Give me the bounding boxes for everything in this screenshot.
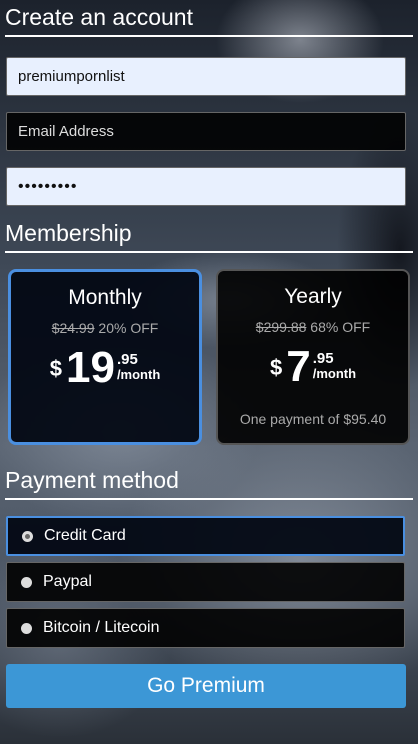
plan-name: Yearly	[284, 285, 342, 308]
plan-yearly[interactable]: Yearly $299.88 68% OFF $ 7 .95 /month On…	[216, 269, 410, 445]
signup-form: Create an account premiumpornlist Email …	[0, 0, 418, 708]
payment-option-paypal[interactable]: Paypal	[6, 562, 405, 602]
old-price: $24.99	[51, 320, 95, 336]
plan-price: $ 7 .95 /month	[218, 345, 408, 389]
plan-discount-line: $24.99 20% OFF	[11, 320, 199, 336]
discount-label: 20% OFF	[98, 320, 159, 336]
plan-monthly[interactable]: Monthly $24.99 20% OFF $ 19 .95 /month	[8, 269, 202, 445]
payment-option-label: Paypal	[43, 573, 92, 590]
go-premium-button[interactable]: Go Premium	[6, 664, 406, 708]
radio-icon	[21, 622, 32, 634]
email-placeholder: Email Address	[18, 123, 114, 140]
old-price: $299.88	[255, 319, 307, 335]
payment-option-crypto[interactable]: Bitcoin / Litecoin	[6, 608, 405, 648]
radio-icon	[21, 576, 32, 588]
payment-option-credit-card[interactable]: Credit Card	[6, 516, 405, 556]
plan-discount-line: $299.88 68% OFF	[218, 319, 408, 335]
plan-note: One payment of $95.40	[239, 411, 387, 427]
currency-symbol: $	[49, 356, 62, 381]
price-period: /month	[116, 367, 161, 382]
discount-label: 68% OFF	[310, 319, 371, 335]
email-field[interactable]: Email Address	[6, 112, 406, 151]
payment-option-label: Credit Card	[44, 527, 126, 544]
create-account-heading: Create an account	[5, 0, 413, 37]
payment-option-label: Bitcoin / Litecoin	[43, 619, 160, 636]
payment-method-heading: Payment method	[5, 467, 413, 500]
price-cents: .95	[312, 350, 334, 367]
username-field[interactable]: premiumpornlist	[6, 57, 406, 96]
membership-heading: Membership	[5, 220, 413, 253]
password-field[interactable]: •••••••••	[6, 167, 406, 206]
price-cents: .95	[116, 351, 138, 368]
plan-options: Monthly $24.99 20% OFF $ 19 .95 /month Y…	[5, 269, 413, 445]
plan-name: Monthly	[68, 286, 142, 309]
plan-price: $ 19 .95 /month	[11, 346, 199, 390]
password-value: •••••••••	[18, 177, 78, 195]
price-whole: 7	[286, 342, 311, 391]
price-period: /month	[312, 366, 357, 381]
price-whole: 19	[65, 343, 115, 392]
username-value: premiumpornlist	[18, 68, 125, 85]
currency-symbol: $	[269, 355, 283, 380]
radio-selected-icon	[22, 530, 33, 542]
